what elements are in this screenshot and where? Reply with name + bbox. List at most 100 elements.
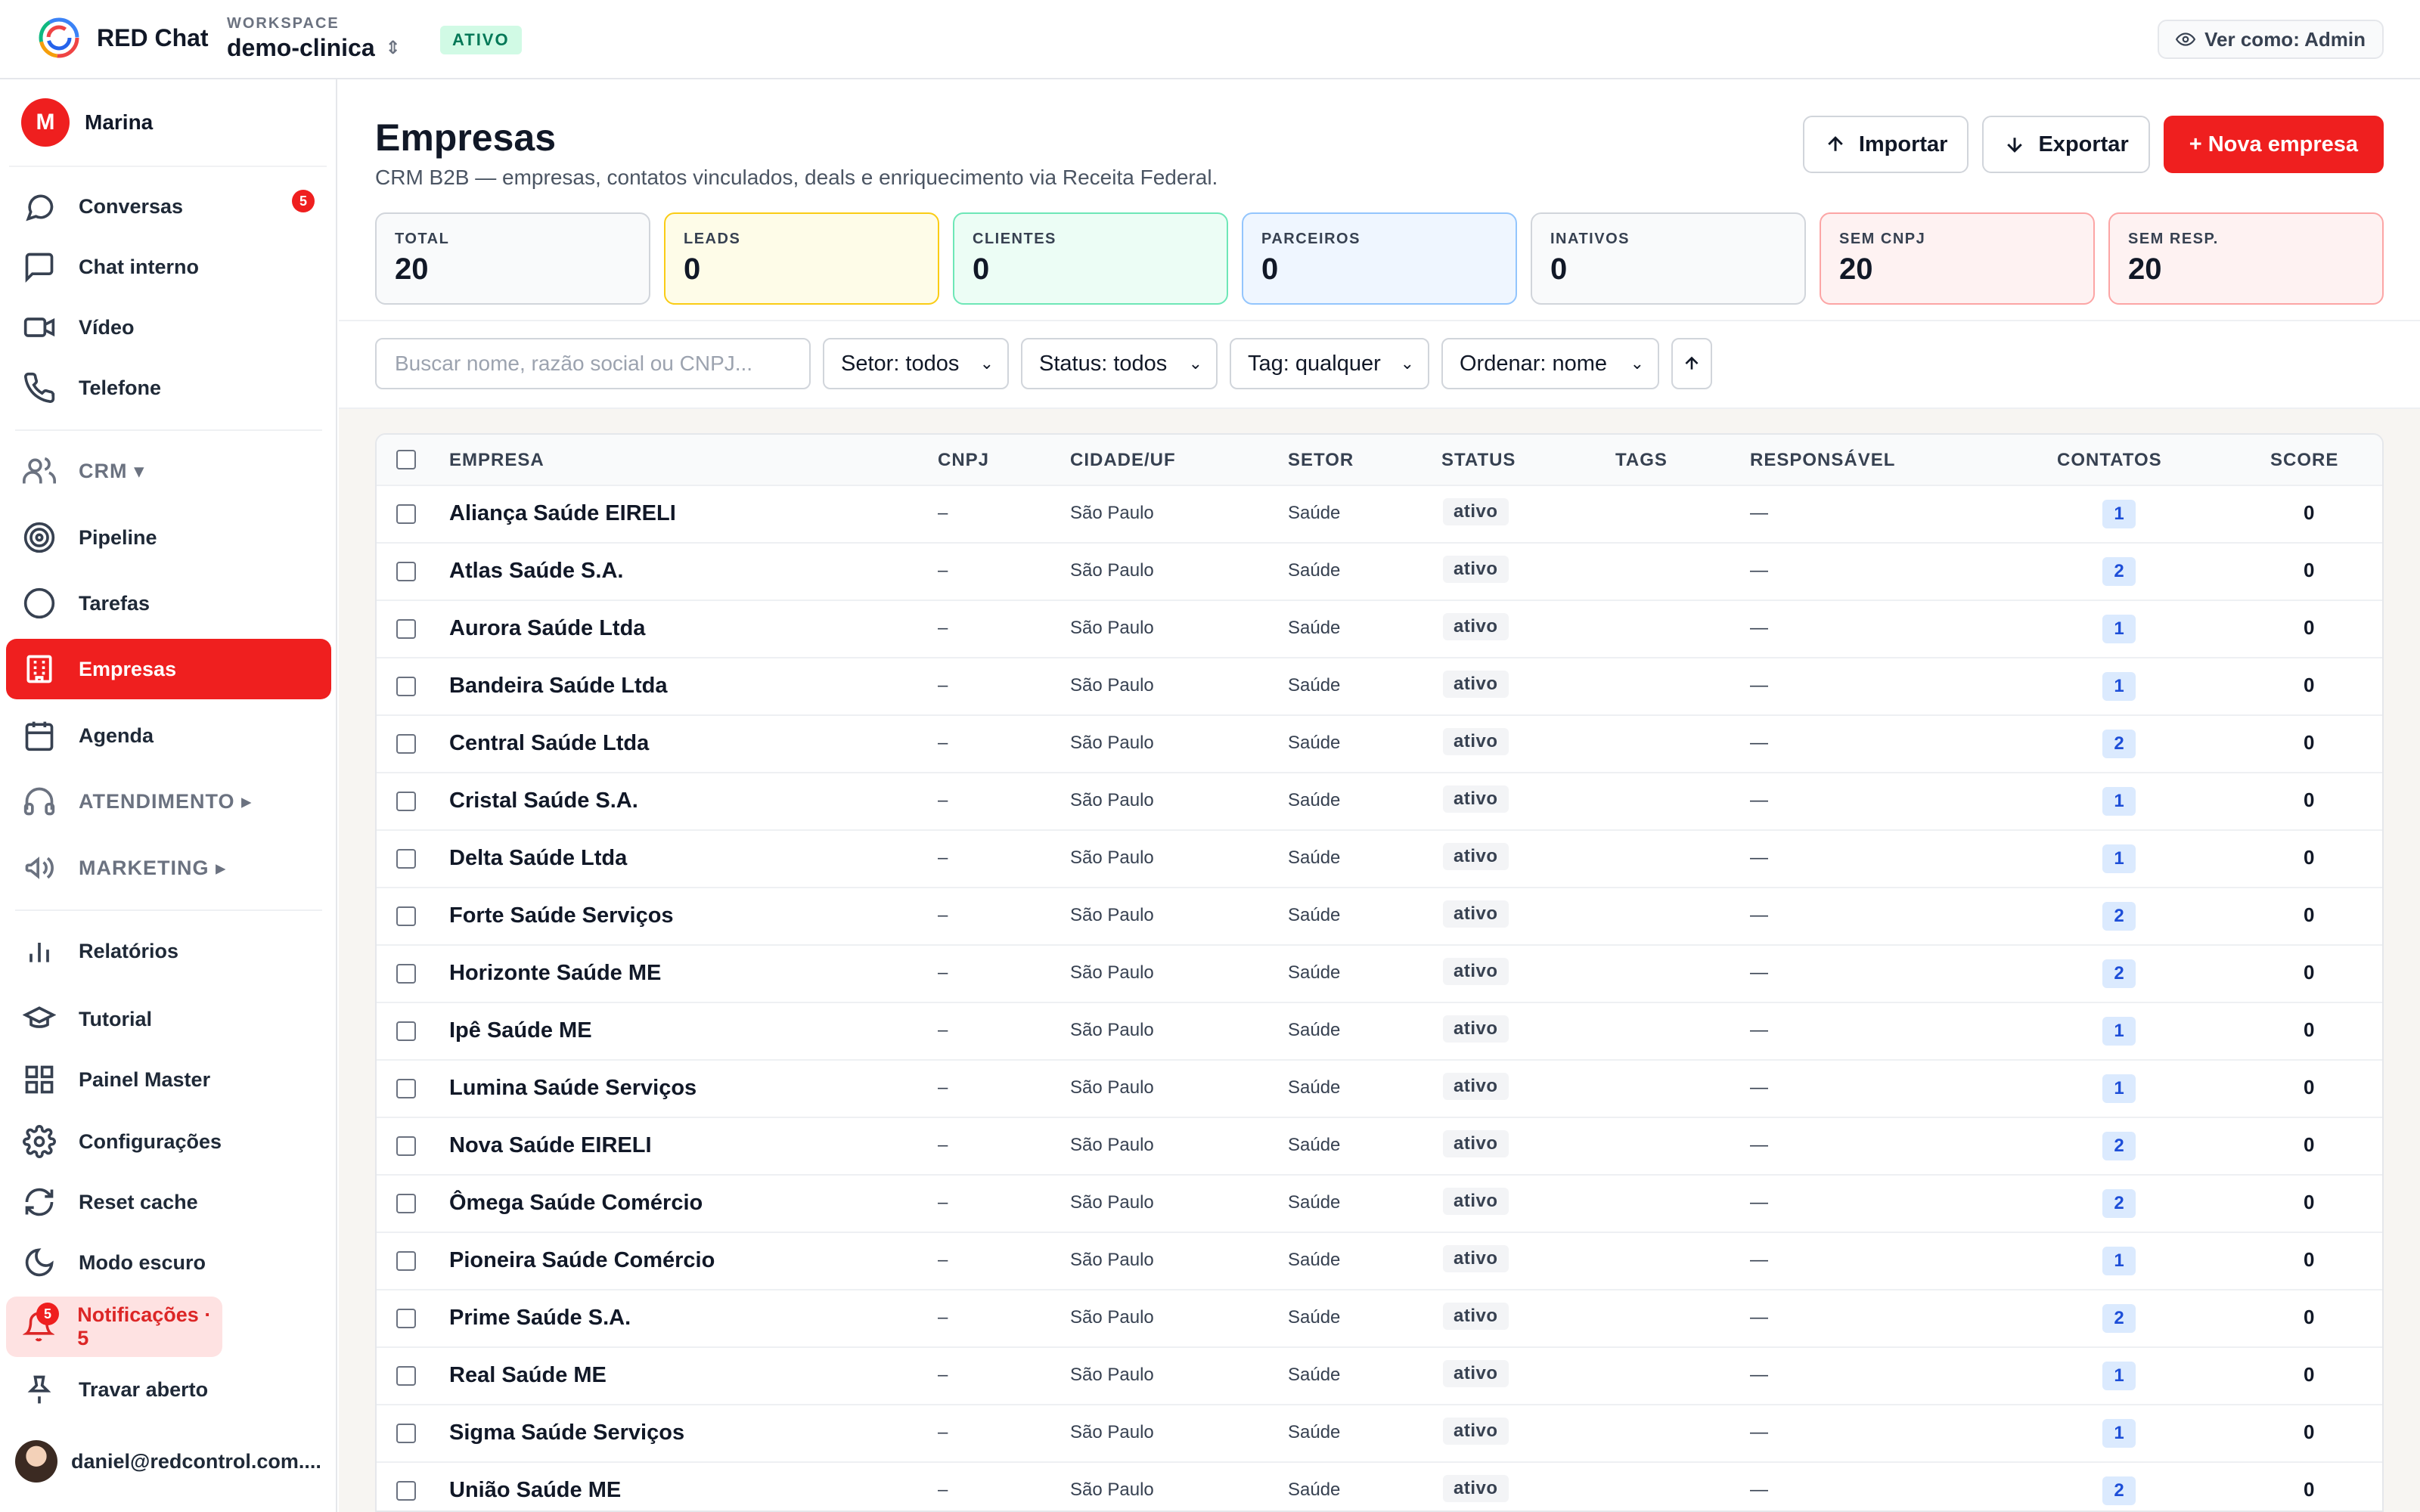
row-checkbox[interactable] xyxy=(396,619,416,639)
table-row[interactable]: Prime Saúde S.A. – São Paulo Saúde ativo — 2 0 xyxy=(377,1290,2382,1348)
row-checkbox[interactable] xyxy=(396,792,416,811)
company-name[interactable]: Atlas Saúde S.A. xyxy=(449,559,623,584)
contacts-count-chip[interactable]: 1 xyxy=(2102,672,2136,701)
company-name[interactable]: Nova Saúde EIRELI xyxy=(449,1133,652,1158)
contacts-count-chip[interactable]: 2 xyxy=(2102,557,2136,586)
company-name[interactable]: União Saúde ME xyxy=(449,1478,621,1503)
sidebar-section-marketing[interactable]: MARKETING ▸ xyxy=(6,838,331,898)
sidebar-item-agenda[interactable]: Agenda xyxy=(6,705,331,766)
table-row[interactable]: Aurora Saúde Ltda – São Paulo Saúde ativo — 1 0 xyxy=(377,601,2382,658)
account-footer[interactable]: daniel@redcontrol.com.... xyxy=(15,1440,321,1483)
contacts-count-chip[interactable]: 2 xyxy=(2102,902,2136,931)
table-row[interactable]: Delta Saúde Ltda – São Paulo Saúde ativo — 1 0 xyxy=(377,831,2382,888)
contacts-count-chip[interactable]: 1 xyxy=(2102,1362,2136,1390)
row-checkbox[interactable] xyxy=(396,1136,416,1156)
table-row[interactable]: Pioneira Saúde Comércio – São Paulo Saúde at… xyxy=(377,1233,2382,1290)
sidebar-item-painel-master[interactable]: Painel Master xyxy=(6,1049,331,1110)
sidebar-item-tutorial[interactable]: Tutorial xyxy=(6,989,331,1049)
sidebar-item-tarefas[interactable]: Tarefas xyxy=(6,573,331,634)
table-row[interactable]: Sigma Saúde Serviços – São Paulo Saúde ativo… xyxy=(377,1405,2382,1463)
setor-select[interactable]: Setor: todos ⌄ xyxy=(823,338,1009,389)
column-header-responsavel[interactable]: RESPONSÁVEL xyxy=(1750,450,1895,471)
contacts-count-chip[interactable]: 2 xyxy=(2102,1476,2136,1505)
column-header-setor[interactable]: SETOR xyxy=(1288,450,1354,471)
row-checkbox[interactable] xyxy=(396,562,416,581)
company-name[interactable]: Lumina Saúde Serviços xyxy=(449,1076,697,1101)
row-checkbox[interactable] xyxy=(396,677,416,696)
contacts-count-chip[interactable]: 2 xyxy=(2102,1189,2136,1218)
table-row[interactable]: União Saúde ME – São Paulo Saúde ativo — 2 0 xyxy=(377,1463,2382,1510)
company-name[interactable]: Central Saúde Ltda xyxy=(449,731,649,756)
sidebar-item-modo-escuro[interactable]: Modo escuro xyxy=(6,1232,331,1293)
contacts-count-chip[interactable]: 1 xyxy=(2102,844,2136,873)
table-row[interactable]: Lumina Saúde Serviços – São Paulo Saúde ativ… xyxy=(377,1061,2382,1118)
sidebar-item-video[interactable]: Vídeo xyxy=(6,297,331,358)
company-name[interactable]: Pioneira Saúde Comércio xyxy=(449,1248,715,1273)
stat-card-inativos[interactable]: INATIVOS 0 xyxy=(1531,212,1806,305)
company-name[interactable]: Real Saúde ME xyxy=(449,1363,607,1388)
contacts-count-chip[interactable]: 2 xyxy=(2102,959,2136,988)
row-checkbox[interactable] xyxy=(396,1309,416,1328)
company-name[interactable]: Ipê Saúde ME xyxy=(449,1018,592,1043)
row-checkbox[interactable] xyxy=(396,1424,416,1443)
sidebar-section-crm[interactable]: CRM ▾ xyxy=(6,441,331,501)
sidebar-item-notificacoes[interactable]: Notificações · 5 5 xyxy=(6,1297,222,1357)
select-all-checkbox[interactable] xyxy=(396,450,416,469)
contacts-count-chip[interactable]: 1 xyxy=(2102,615,2136,643)
import-button[interactable]: Importar xyxy=(1802,116,1969,173)
status-select[interactable]: Status: todos ⌄ xyxy=(1021,338,1218,389)
sidebar-item-relatorios[interactable]: Relatórios xyxy=(6,921,331,981)
workspace-switcher[interactable]: WORKSPACE demo-clinica ⇕ xyxy=(227,15,401,62)
company-name[interactable]: Horizonte Saúde ME xyxy=(449,961,661,986)
tag-select[interactable]: Tag: qualquer ⌄ xyxy=(1230,338,1429,389)
contacts-count-chip[interactable]: 1 xyxy=(2102,1247,2136,1275)
row-checkbox[interactable] xyxy=(396,1481,416,1501)
sidebar-item-pipeline[interactable]: Pipeline xyxy=(6,507,331,568)
sort-direction-button[interactable] xyxy=(1671,338,1712,389)
sidebar-user[interactable]: M Marina xyxy=(9,79,327,167)
table-row[interactable]: Forte Saúde Serviços – São Paulo Saúde ativo… xyxy=(377,888,2382,946)
company-name[interactable]: Aliança Saúde EIRELI xyxy=(449,501,676,526)
column-header-contatos[interactable]: CONTATOS xyxy=(2057,450,2162,471)
table-row[interactable]: Ipê Saúde ME – São Paulo Saúde ativo — 1 0 xyxy=(377,1003,2382,1061)
table-row[interactable]: Ômega Saúde Comércio – São Paulo Saúde ativo… xyxy=(377,1176,2382,1233)
stat-card-sem-cnpj[interactable]: SEM CNPJ 20 xyxy=(1820,212,2095,305)
contacts-count-chip[interactable]: 2 xyxy=(2102,1132,2136,1160)
new-company-button[interactable]: + Nova empresa xyxy=(2163,116,2384,173)
row-checkbox[interactable] xyxy=(396,1194,416,1213)
table-row[interactable]: Bandeira Saúde Ltda – São Paulo Saúde ativo —… xyxy=(377,658,2382,716)
stat-card-sem-resp[interactable]: SEM RESP. 20 xyxy=(2108,212,2384,305)
row-checkbox[interactable] xyxy=(396,504,416,524)
stat-card-clientes[interactable]: CLIENTES 0 xyxy=(953,212,1228,305)
sidebar-section-atendimento[interactable]: ATENDIMENTO ▸ xyxy=(6,771,331,832)
sidebar-item-empresas[interactable]: Empresas xyxy=(6,639,331,699)
stat-card-total[interactable]: TOTAL 20 xyxy=(375,212,650,305)
company-name[interactable]: Prime Saúde S.A. xyxy=(449,1306,631,1331)
table-row[interactable]: Real Saúde ME – São Paulo Saúde ativo — 1 0 xyxy=(377,1348,2382,1405)
stat-card-leads[interactable]: LEADS 0 xyxy=(664,212,939,305)
row-checkbox[interactable] xyxy=(396,1366,416,1386)
sidebar-item-chat-interno[interactable]: Chat interno xyxy=(6,237,331,297)
row-checkbox[interactable] xyxy=(396,1021,416,1041)
export-button[interactable]: Exportar xyxy=(1982,116,2150,173)
sidebar-item-reset-cache[interactable]: Reset cache xyxy=(6,1172,331,1232)
row-checkbox[interactable] xyxy=(396,1079,416,1098)
order-select[interactable]: Ordenar: nome ⌄ xyxy=(1441,338,1659,389)
company-name[interactable]: Bandeira Saúde Ltda xyxy=(449,674,667,699)
brand[interactable]: RED Chat xyxy=(36,15,209,60)
company-name[interactable]: Forte Saúde Serviços xyxy=(449,903,674,928)
column-header-cidade[interactable]: CIDADE/UF xyxy=(1070,450,1176,471)
column-header-empresa[interactable]: EMPRESA xyxy=(449,450,544,471)
contacts-count-chip[interactable]: 1 xyxy=(2102,1074,2136,1103)
row-checkbox[interactable] xyxy=(396,849,416,869)
row-checkbox[interactable] xyxy=(396,906,416,926)
row-checkbox[interactable] xyxy=(396,964,416,984)
table-row[interactable]: Atlas Saúde S.A. – São Paulo Saúde ativo — 2 0 xyxy=(377,544,2382,601)
company-name[interactable]: Cristal Saúde S.A. xyxy=(449,789,638,813)
contacts-count-chip[interactable]: 1 xyxy=(2102,1419,2136,1448)
sidebar-item-conversas[interactable]: Conversas 5 xyxy=(6,176,331,237)
column-header-cnpj[interactable]: CNPJ xyxy=(938,450,989,471)
contacts-count-chip[interactable]: 2 xyxy=(2102,1304,2136,1333)
column-header-tags[interactable]: TAGS xyxy=(1615,450,1668,471)
sidebar-item-configuracoes[interactable]: Configurações xyxy=(6,1111,331,1172)
